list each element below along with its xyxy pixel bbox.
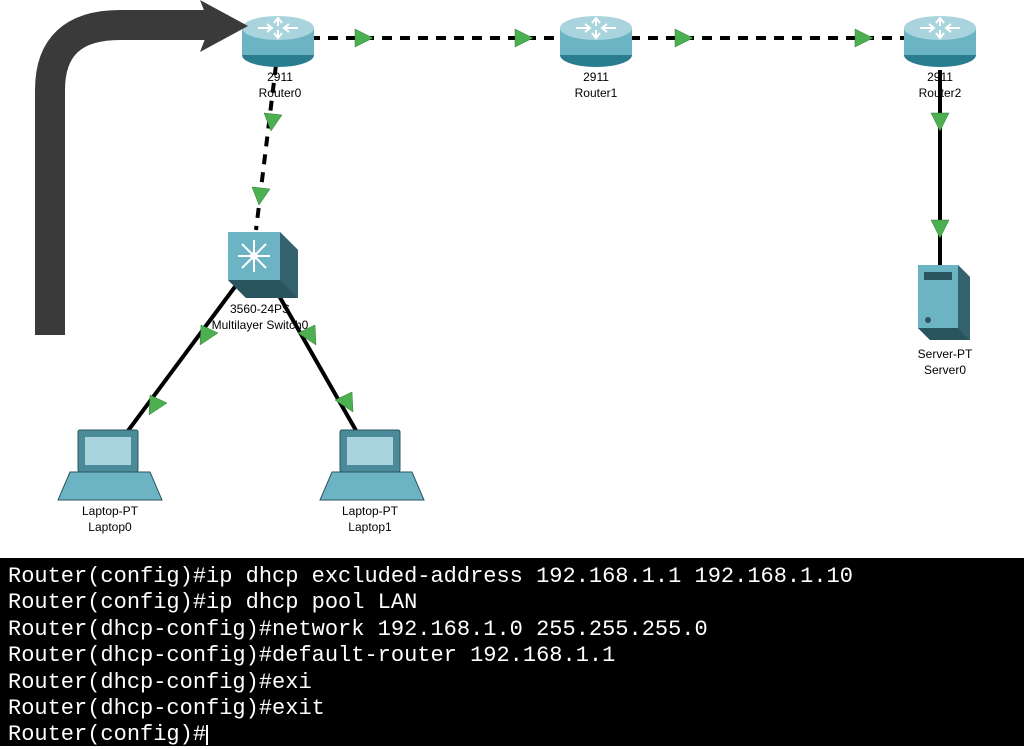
terminal-line-0: Router(config)#ip dhcp excluded-address … <box>8 564 853 589</box>
server0-icon[interactable] <box>918 265 970 340</box>
router1-icon[interactable] <box>560 16 632 67</box>
router0-name: Router0 <box>240 86 320 100</box>
laptop0-label-block: Laptop-PT Laptop0 <box>60 502 160 535</box>
router0-label-block: 2911 Router0 <box>240 68 320 101</box>
router1-name: Router1 <box>556 86 636 100</box>
terminal-line-3: Router(dhcp-config)#default-router 192.1… <box>8 643 615 668</box>
terminal-line-5: Router(dhcp-config)#exit <box>8 696 325 721</box>
router0-icon[interactable] <box>242 16 314 67</box>
laptop1-name: Laptop1 <box>320 520 420 534</box>
server0-name: Server0 <box>900 363 990 377</box>
terminal-line-1: Router(config)#ip dhcp pool LAN <box>8 590 417 615</box>
laptop0-name: Laptop0 <box>60 520 160 534</box>
router1-label-block: 2911 Router1 <box>556 68 636 101</box>
cli-terminal[interactable]: Router(config)#ip dhcp excluded-address … <box>0 558 1024 746</box>
router2-model: 2911 <box>900 70 980 84</box>
switch0-label-block: 3560-24PS Multilayer Switch0 <box>195 300 325 333</box>
router2-name: Router2 <box>900 86 980 100</box>
server0-model: Server-PT <box>900 347 990 361</box>
router0-model: 2911 <box>240 70 320 84</box>
switch0-name: Multilayer Switch0 <box>195 318 325 332</box>
terminal-line-4: Router(dhcp-config)#exi <box>8 670 312 695</box>
laptop1-label-block: Laptop-PT Laptop1 <box>320 502 420 535</box>
laptop1-model: Laptop-PT <box>320 504 420 518</box>
router2-label-block: 2911 Router2 <box>900 68 980 101</box>
switch0-model: 3560-24PS <box>195 302 325 316</box>
network-topology-panel: 2911 Router0 2911 Router1 2911 Router2 3… <box>0 0 1024 558</box>
router1-model: 2911 <box>556 70 636 84</box>
switch0-icon[interactable] <box>228 232 298 298</box>
laptop0-icon[interactable] <box>58 430 162 500</box>
laptop0-model: Laptop-PT <box>60 504 160 518</box>
terminal-line-2: Router(dhcp-config)#network 192.168.1.0 … <box>8 617 708 642</box>
terminal-cursor <box>206 725 208 745</box>
annotation-arrow-icon <box>50 0 248 335</box>
topology-overlay <box>0 0 1024 558</box>
terminal-line-6: Router(config)# <box>8 722 206 747</box>
laptop1-icon[interactable] <box>320 430 424 500</box>
router2-icon[interactable] <box>904 16 976 67</box>
server0-label-block: Server-PT Server0 <box>900 345 990 378</box>
